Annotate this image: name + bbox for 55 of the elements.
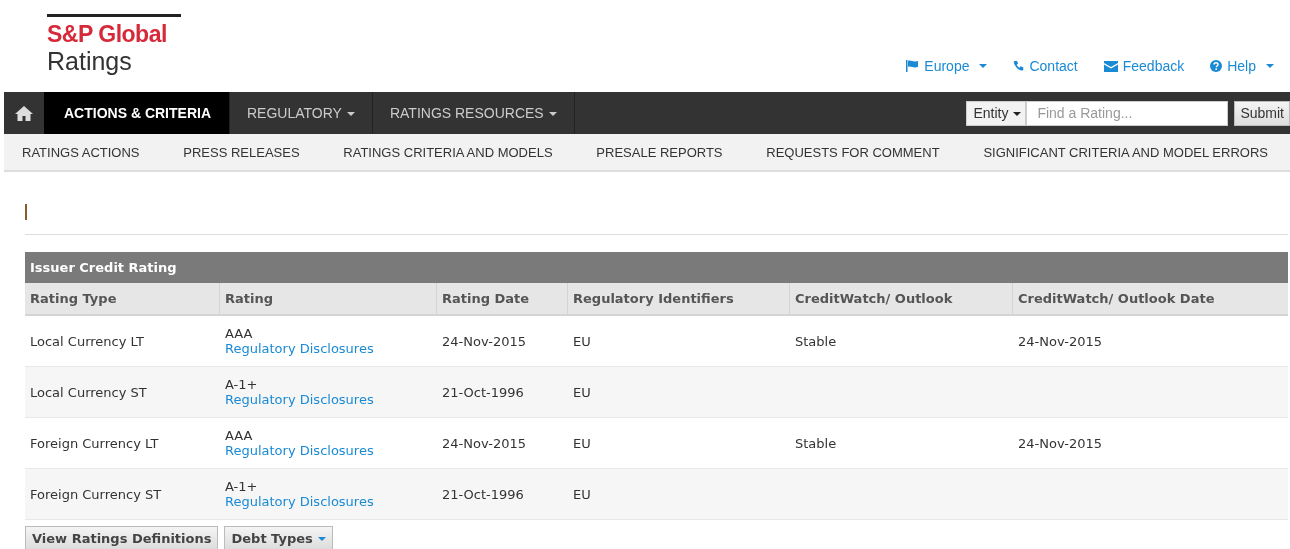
rating-value: AAA	[225, 326, 253, 341]
rating-value: A-1+	[225, 479, 258, 494]
subnav-link[interactable]: PRESS RELEASES	[183, 144, 300, 160]
table-cell: EU	[573, 435, 591, 451]
home-icon	[15, 105, 33, 121]
disclosures-link[interactable]: Regulatory Disclosures	[225, 341, 374, 356]
column-header: CreditWatch/ Outlook Date	[1017, 290, 1216, 308]
rating-value: A-1+	[225, 377, 258, 392]
rating-value: AAA	[225, 428, 253, 443]
table-cell: 21-Oct-1996	[442, 486, 524, 502]
action-button[interactable]: View Ratings Definitions	[25, 526, 219, 549]
table-cell: EU	[573, 486, 591, 502]
envelope-icon	[1103, 60, 1118, 72]
column-header: Rating	[220, 283, 437, 314]
table-cell: Stable	[795, 333, 837, 349]
table-cell: EU	[573, 333, 591, 349]
header-link[interactable]: Contact	[1013, 58, 1078, 74]
table-cell: Stable	[795, 435, 837, 451]
disclosures-link[interactable]: Regulatory Disclosures	[225, 494, 374, 509]
table-cell: EU	[573, 384, 591, 400]
subnav-link[interactable]: SIGNIFICANT CRITERIA AND MODEL ERRORS	[983, 144, 1268, 160]
subnav-link[interactable]: RATINGS ACTIONS	[22, 144, 140, 160]
column-header: Regulatory Identifiers	[568, 283, 790, 314]
phone-icon	[1013, 60, 1025, 72]
table-cell: Local Currency ST	[30, 384, 147, 400]
subnav-link[interactable]: REQUESTS FOR COMMENT	[766, 144, 940, 160]
table-cell: Foreign Currency LT	[30, 435, 159, 451]
column-header: Rating Date	[437, 283, 568, 314]
subnav-link[interactable]: RATINGS CRITERIA AND MODELS	[343, 144, 553, 160]
table-cell: Local Currency LT	[30, 333, 144, 349]
nav-tab[interactable]: ACTIONS & CRITERIA	[44, 92, 230, 134]
table-cell: Foreign Currency ST	[30, 486, 162, 502]
table-cell: 24-Nov-2015	[442, 333, 527, 349]
scope-dropdown[interactable]: Entity	[966, 100, 1027, 126]
flag-icon	[905, 60, 920, 72]
action-button[interactable]: Debt Types	[224, 526, 333, 549]
search-field[interactable]: Find a Rating...	[1026, 100, 1229, 126]
help-icon	[1210, 60, 1223, 72]
table-cell: 24-Nov-2015	[442, 435, 527, 451]
logo[interactable]: S&P Global Ratings	[47, 14, 181, 75]
heading-marker	[25, 204, 27, 220]
column-header: CreditWatch/ Outlook	[790, 283, 1013, 314]
table-cell: 24-Nov-2015	[1018, 333, 1103, 349]
column-header: Rating Type	[25, 283, 220, 314]
header-link[interactable]: Feedback	[1103, 58, 1185, 74]
table-cell: 21-Oct-1996	[442, 384, 524, 400]
submit-button[interactable]: Submit	[1234, 100, 1290, 126]
header-link[interactable]: Help	[1210, 58, 1274, 74]
disclosures-link[interactable]: Regulatory Disclosures	[225, 443, 374, 458]
header-link[interactable]: Europe	[905, 58, 988, 74]
caret-icon	[1013, 112, 1022, 117]
subnav-link[interactable]: PRESALE REPORTS	[596, 144, 723, 160]
table-cell: 24-Nov-2015	[1018, 435, 1103, 451]
disclosures-link[interactable]: Regulatory Disclosures	[225, 392, 374, 407]
table-title: Issuer Credit Rating	[25, 252, 1288, 283]
